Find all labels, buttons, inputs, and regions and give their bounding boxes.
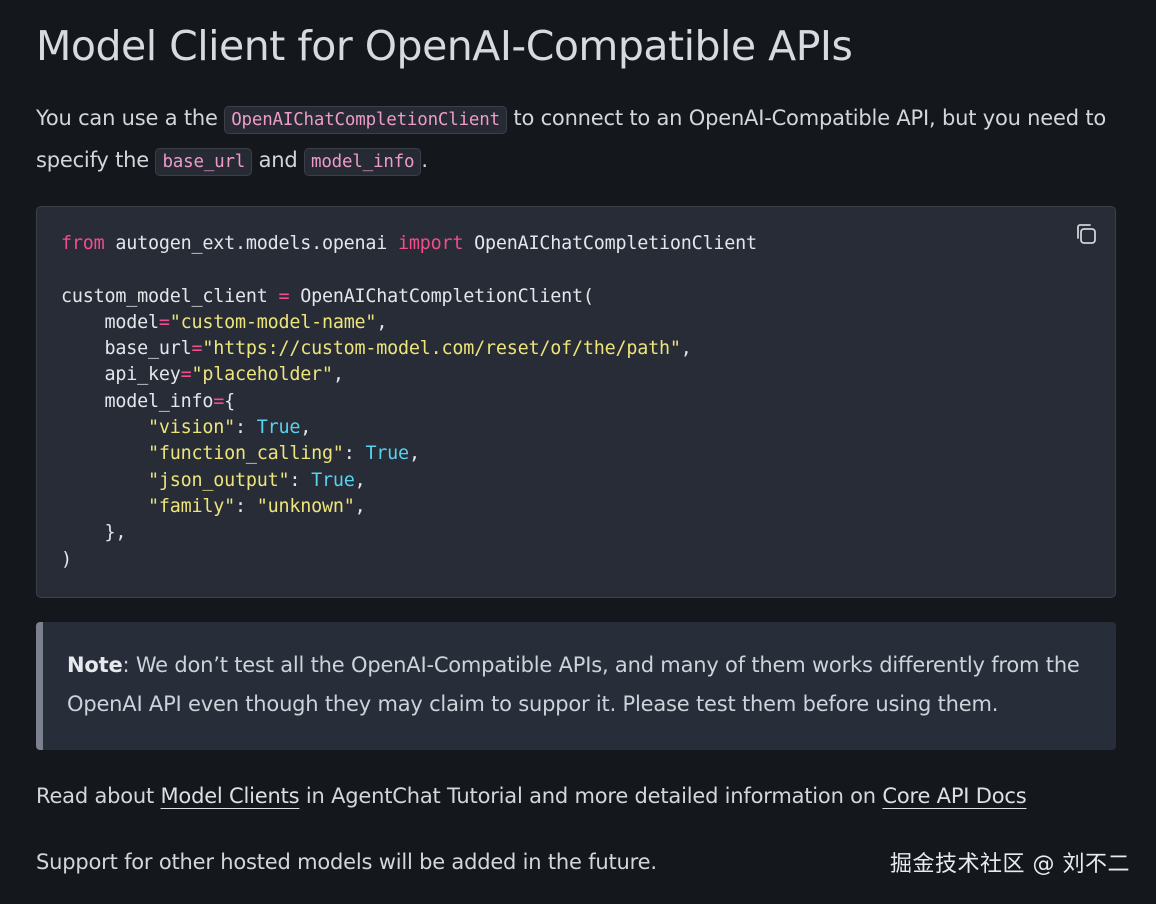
code-import-name: OpenAIChatCompletionClient: [463, 233, 757, 254]
code-operator: =: [278, 285, 290, 307]
code-string: "unknown": [256, 495, 355, 517]
read-text-1: Read about: [36, 784, 161, 808]
intro-paragraph: You can use a the OpenAIChatCompletionCl…: [36, 98, 1116, 182]
code-boolean: True: [311, 469, 355, 491]
code-operator: =: [191, 338, 203, 360]
code-call: OpenAIChatCompletionClient(: [289, 285, 594, 307]
code-operator: =: [180, 364, 192, 386]
code-keyword-from: from: [61, 233, 105, 254]
code-punct: ,: [300, 417, 312, 439]
core-api-docs-link[interactable]: Core API Docs: [882, 784, 1026, 808]
code-dict-key: "json_output": [147, 469, 290, 491]
code-punct: {: [224, 390, 235, 412]
code-block[interactable]: from autogen_ext.models.openai import Op…: [36, 206, 1116, 598]
model-clients-link[interactable]: Model Clients: [161, 784, 300, 808]
code-boolean: True: [256, 417, 301, 439]
intro-text-3: and: [252, 148, 304, 172]
code-assign-var: custom_model_client: [61, 285, 279, 307]
intro-text-1: You can use a the: [36, 106, 225, 130]
note-label: Note: [67, 653, 123, 677]
code-module: autogen_ext.models.openai: [104, 233, 399, 254]
code-punct: ,: [680, 338, 692, 360]
code-keyword-import: import: [398, 233, 464, 254]
copy-icon: [1077, 224, 1096, 244]
code-punct: :: [289, 469, 312, 491]
copy-button[interactable]: [1073, 221, 1099, 247]
page-title: Model Client for OpenAI-Compatible APIs: [36, 22, 853, 70]
code-arg-key: model: [61, 311, 159, 333]
note-text: : We don’t test all the OpenAI-Compatibl…: [67, 653, 1080, 716]
code-arg-key: api_key: [61, 364, 181, 386]
code-punct: :: [234, 417, 257, 439]
code-operator: =: [158, 311, 170, 333]
doc-content: Model Client for OpenAI-Compatible APIs …: [36, 0, 1116, 882]
code-punct: ,: [332, 364, 344, 386]
code-string: "https://custom-model.com/reset/of/the/p…: [202, 338, 681, 360]
code-punct: ,: [408, 443, 420, 465]
code-arg-key: model_info: [61, 390, 214, 412]
inline-code-base-url: base_url: [155, 148, 253, 176]
code-punct: ,: [354, 469, 366, 491]
note-callout: Note: We don’t test all the OpenAI-Compa…: [36, 622, 1116, 750]
read-more-paragraph: Read about Model Clients in AgentChat Tu…: [36, 776, 1116, 816]
code-punct: :: [343, 443, 366, 465]
code-dict-key: "vision": [147, 417, 235, 439]
intro-text-4: .: [421, 148, 428, 172]
code-close-paren: ): [61, 548, 72, 570]
code-string: "custom-model-name": [169, 311, 377, 333]
code-arg-key: base_url: [61, 338, 192, 360]
code-operator: =: [213, 390, 225, 412]
inline-code-model-info: model_info: [303, 148, 422, 176]
code-punct: ,: [354, 495, 366, 517]
code-punct: :: [234, 495, 257, 517]
code-string: "placeholder": [191, 364, 333, 386]
code-punct: ,: [376, 311, 388, 333]
code-dict-key: "family": [147, 495, 235, 517]
inline-code-client: OpenAIChatCompletionClient: [224, 106, 507, 134]
read-text-2: in AgentChat Tutorial and more detailed …: [299, 784, 883, 808]
code-close-brace: },: [61, 522, 127, 544]
watermark: 掘金技术社区 @ 刘不二: [890, 852, 1130, 877]
code-dict-key: "function_calling": [147, 443, 344, 465]
code-boolean: True: [365, 443, 409, 465]
code-text: from autogen_ext.models.openai import Op…: [61, 231, 1091, 573]
